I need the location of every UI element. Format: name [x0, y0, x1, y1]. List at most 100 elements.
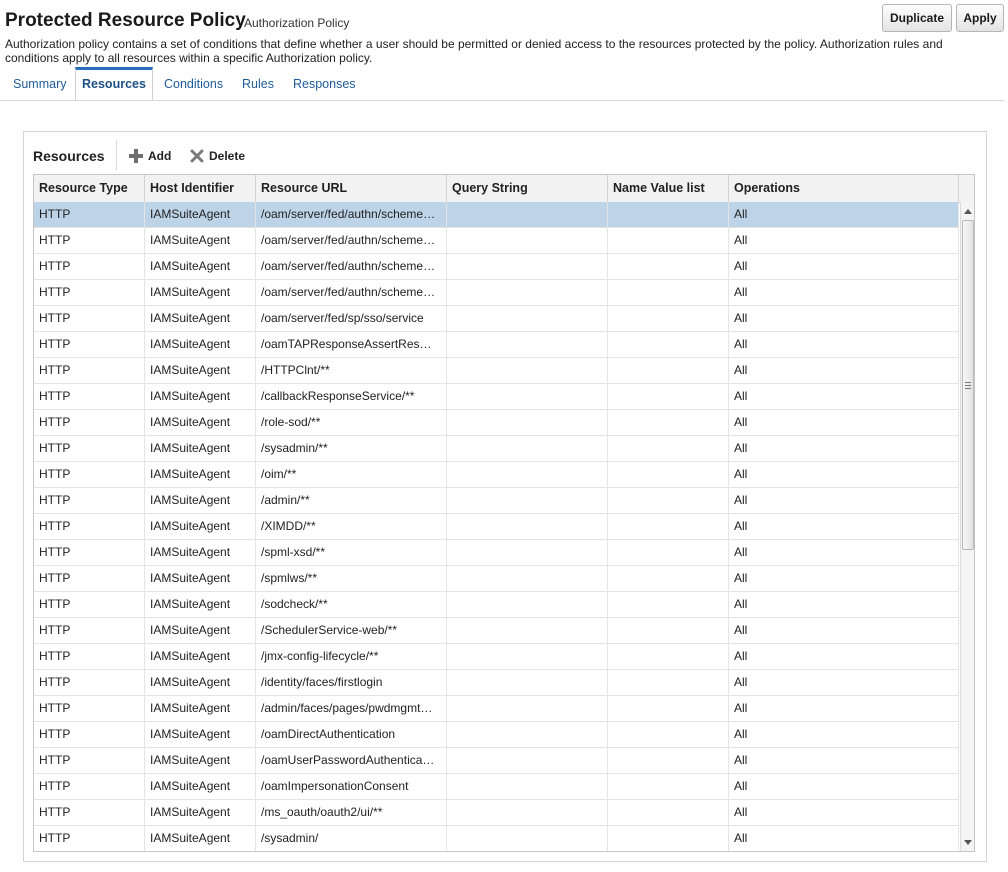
- cell-resource-type: HTTP: [34, 670, 145, 695]
- table-header: Resource Type Host Identifier Resource U…: [34, 175, 974, 203]
- column-header-query-string[interactable]: Query String: [447, 175, 608, 202]
- cell-operations: All: [729, 332, 959, 357]
- add-button[interactable]: Add: [129, 148, 171, 164]
- cell-resource-type: HTTP: [34, 748, 145, 773]
- cell-host-identifier: IAMSuiteAgent: [145, 436, 256, 461]
- cell-resource-url: /XIMDD/**: [256, 514, 447, 539]
- table-row[interactable]: HTTP IAMSuiteAgent/oam/server/fed/authn/s…: [34, 228, 959, 254]
- cell-host-identifier: IAMSuiteAgent: [145, 462, 256, 487]
- cell-operations: All: [729, 358, 959, 383]
- cell-resource-url: /role-sod/**: [256, 410, 447, 435]
- table-row[interactable]: HTTP IAMSuiteAgent/sodcheck/** All: [34, 592, 959, 618]
- cell-operations: All: [729, 436, 959, 461]
- cell-resource-type: HTTP: [34, 800, 145, 825]
- column-header-operations[interactable]: Operations: [729, 175, 959, 202]
- cell-resource-type: HTTP: [34, 722, 145, 747]
- cell-resource-url: /SchedulerService-web/**: [256, 618, 447, 643]
- table-row[interactable]: HTTP IAMSuiteAgent/oamImpersonationConsen…: [34, 774, 959, 800]
- table-row[interactable]: HTTP IAMSuiteAgent/oamTAPResponseAssertRe…: [34, 332, 959, 358]
- table-row[interactable]: HTTP IAMSuiteAgent/oam/server/fed/authn/s…: [34, 254, 959, 280]
- cell-host-identifier: IAMSuiteAgent: [145, 618, 256, 643]
- apply-button[interactable]: Apply: [956, 4, 1004, 32]
- table-row[interactable]: HTTP IAMSuiteAgent/XIMDD/** All: [34, 514, 959, 540]
- cell-resource-url: /admin/faces/pages/pwdmgmt…: [256, 696, 447, 721]
- table-row[interactable]: HTTP IAMSuiteAgent/admin/** All: [34, 488, 959, 514]
- cell-query-string: [447, 332, 608, 357]
- table-row[interactable]: HTTP IAMSuiteAgent/identity/faces/firstlo…: [34, 670, 959, 696]
- table-row[interactable]: HTTP IAMSuiteAgent/oamUserPasswordAuthent…: [34, 748, 959, 774]
- cell-resource-url: /oamImpersonationConsent: [256, 774, 447, 799]
- cell-query-string: [447, 462, 608, 487]
- cell-name-value-list: [608, 332, 729, 357]
- cell-query-string: [447, 800, 608, 825]
- cell-resource-url: /HTTPClnt/**: [256, 358, 447, 383]
- delete-button[interactable]: Delete: [190, 148, 245, 164]
- resources-table: Resource Type Host Identifier Resource U…: [33, 174, 975, 852]
- cell-query-string: [447, 254, 608, 279]
- resources-heading: Resources: [33, 148, 105, 164]
- cell-query-string: [447, 202, 608, 227]
- cell-operations: All: [729, 228, 959, 253]
- table-row[interactable]: HTTP IAMSuiteAgent/sysadmin/** All: [34, 436, 959, 462]
- cell-query-string: [447, 514, 608, 539]
- cell-name-value-list: [608, 462, 729, 487]
- add-label: Add: [148, 149, 172, 163]
- tab-conditions[interactable]: Conditions: [164, 67, 223, 100]
- duplicate-button[interactable]: Duplicate: [882, 4, 952, 32]
- table-row[interactable]: HTTP IAMSuiteAgent/callbackResponseServic…: [34, 384, 959, 410]
- table-row[interactable]: HTTP IAMSuiteAgent/SchedulerService-web/*…: [34, 618, 959, 644]
- table-row[interactable]: HTTP IAMSuiteAgent/oamDirectAuthenticatio…: [34, 722, 959, 748]
- cell-resource-url: /spml-xsd/**: [256, 540, 447, 565]
- cell-resource-type: HTTP: [34, 358, 145, 383]
- scroll-thumb[interactable]: [962, 220, 974, 550]
- column-header-name-value-list[interactable]: Name Value list: [608, 175, 729, 202]
- cell-resource-url: /jmx-config-lifecycle/**: [256, 644, 447, 669]
- cell-resource-type: HTTP: [34, 202, 145, 227]
- delete-label: Delete: [209, 149, 246, 163]
- table-row[interactable]: HTTP IAMSuiteAgent/HTTPClnt/** All: [34, 358, 959, 384]
- cell-host-identifier: IAMSuiteAgent: [145, 514, 256, 539]
- cell-resource-url: /sysadmin/: [256, 826, 447, 851]
- cell-query-string: [447, 722, 608, 747]
- cell-operations: All: [729, 774, 959, 799]
- column-header-filler: [959, 175, 974, 202]
- table-row[interactable]: HTTP IAMSuiteAgent/oim/** All: [34, 462, 959, 488]
- table-row[interactable]: HTTP IAMSuiteAgent/sysadmin/All: [34, 826, 959, 851]
- cell-operations: All: [729, 410, 959, 435]
- cell-host-identifier: IAMSuiteAgent: [145, 254, 256, 279]
- cell-host-identifier: IAMSuiteAgent: [145, 280, 256, 305]
- table-row[interactable]: HTTP IAMSuiteAgent/role-sod/** All: [34, 410, 959, 436]
- cell-query-string: [447, 696, 608, 721]
- column-header-resource-type[interactable]: Resource Type: [34, 175, 145, 202]
- cell-resource-url: /oamTAPResponseAssertRes…: [256, 332, 447, 357]
- scroll-up-arrow-icon[interactable]: [961, 204, 974, 218]
- cell-operations: All: [729, 514, 959, 539]
- cell-resource-type: HTTP: [34, 644, 145, 669]
- cell-host-identifier: IAMSuiteAgent: [145, 228, 256, 253]
- cell-resource-url: /oim/**: [256, 462, 447, 487]
- cell-resource-type: HTTP: [34, 384, 145, 409]
- tab-responses[interactable]: Responses: [293, 67, 356, 100]
- column-header-host-identifier[interactable]: Host Identifier: [145, 175, 256, 202]
- cell-query-string: [447, 228, 608, 253]
- table-row[interactable]: HTTP IAMSuiteAgent/oam/server/fed/authn/s…: [34, 202, 959, 228]
- cell-host-identifier: IAMSuiteAgent: [145, 670, 256, 695]
- table-row[interactable]: HTTP IAMSuiteAgent/spml-xsd/** All: [34, 540, 959, 566]
- cell-resource-url: /ms_oauth/oauth2/ui/**: [256, 800, 447, 825]
- cell-name-value-list: [608, 436, 729, 461]
- column-header-resource-url[interactable]: Resource URL: [256, 175, 447, 202]
- cell-resource-type: HTTP: [34, 228, 145, 253]
- table-row[interactable]: HTTP IAMSuiteAgent/jmx-config-lifecycle/*…: [34, 644, 959, 670]
- vertical-scrollbar[interactable]: [960, 202, 974, 851]
- table-row[interactable]: HTTP IAMSuiteAgent/oam/server/fed/sp/sso/…: [34, 306, 959, 332]
- table-row[interactable]: HTTP IAMSuiteAgent/ms_oauth/oauth2/ui/** A…: [34, 800, 959, 826]
- table-row[interactable]: HTTP IAMSuiteAgent/spmlws/** All: [34, 566, 959, 592]
- cell-resource-type: HTTP: [34, 332, 145, 357]
- tab-rules[interactable]: Rules: [242, 67, 274, 100]
- tab-summary[interactable]: Summary: [13, 67, 66, 100]
- cell-resource-type: HTTP: [34, 826, 145, 851]
- table-row[interactable]: HTTP IAMSuiteAgent/oam/server/fed/authn/s…: [34, 280, 959, 306]
- scroll-down-arrow-icon[interactable]: [961, 835, 974, 849]
- tab-resources[interactable]: Resources: [75, 67, 153, 100]
- table-row[interactable]: HTTP IAMSuiteAgent/admin/faces/pages/pwdm…: [34, 696, 959, 722]
